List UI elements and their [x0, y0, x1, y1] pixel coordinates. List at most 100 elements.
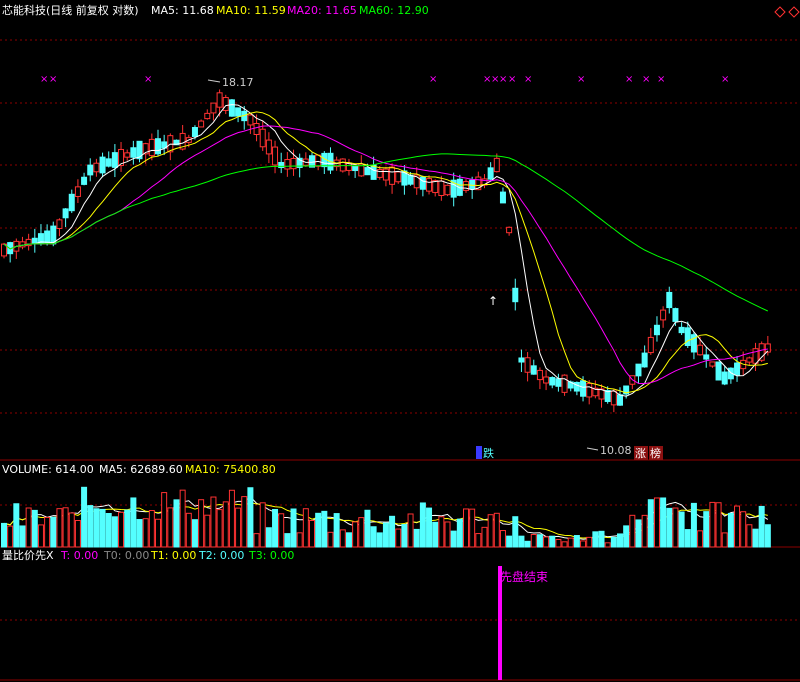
volume-bar: [450, 530, 457, 548]
marker-icon: ×: [508, 74, 516, 85]
volume-bar: [395, 528, 402, 548]
low-pointer: [586, 447, 599, 451]
stock-chart[interactable]: × × × × × × × × × × × × × × 芯能科技(日线 前复权 对数) MA5: 11.6…: [0, 0, 800, 682]
diamond-icon[interactable]: [774, 6, 786, 18]
volume-bar: [1, 522, 7, 548]
volume-bar: [709, 501, 716, 548]
candle-body: [530, 365, 537, 375]
volume-bar: [456, 518, 463, 548]
candle-body: [684, 327, 691, 347]
volume-bar: [524, 540, 531, 548]
volume-bar: [185, 512, 192, 548]
candle-body: [247, 114, 254, 126]
candle-body: [672, 308, 679, 322]
marker-icon: ×: [642, 74, 650, 85]
volume-bar: [740, 511, 747, 548]
volume-bar: [703, 511, 710, 548]
volume-bar: [99, 508, 106, 548]
volume-bar: [179, 489, 186, 548]
candle-body: [124, 152, 131, 158]
candle-body: [549, 377, 556, 386]
candle-body: [290, 157, 297, 170]
high-price-label: 18.17: [222, 76, 254, 89]
volume-bar: [87, 505, 94, 548]
candle-body: [74, 186, 81, 197]
candle-body: [364, 167, 371, 176]
ma5-label: MA5: 11.68: [151, 4, 214, 17]
marker-icon: ×: [721, 74, 729, 85]
volume-bar: [111, 516, 118, 548]
volume-bar: [204, 514, 211, 548]
candle-body: [56, 219, 63, 229]
volume-bar: [302, 508, 309, 548]
volume-bar: [573, 535, 580, 548]
volume-bar: [407, 513, 414, 548]
candle-body: [506, 226, 513, 234]
indicator-t0: T0: 0.00: [103, 549, 149, 562]
volume-bar: [487, 514, 494, 548]
volume-bar: [623, 525, 630, 548]
volume-bar: [426, 507, 433, 548]
candle-body: [641, 352, 648, 368]
volume-bar: [309, 520, 315, 548]
candle-body: [493, 157, 500, 173]
candle-body: [309, 155, 315, 168]
volume-bar: [555, 538, 562, 548]
volume-bar: [352, 521, 359, 548]
rise-tag[interactable]: 涨: [635, 447, 646, 460]
volume-bar: [74, 519, 81, 548]
candle-body: [19, 241, 26, 248]
volume-bar: [93, 508, 100, 548]
volume-bar: [370, 526, 377, 548]
candle-body: [376, 168, 383, 178]
candle-body: [259, 128, 266, 148]
indicator-title: 量比价先X: [2, 549, 54, 562]
volume-bar: [25, 507, 32, 548]
candle-body: [191, 127, 198, 137]
marker-icon: ×: [625, 74, 633, 85]
ma20-label: MA20: 11.65: [287, 4, 357, 17]
ma10-label: MA10: 11.59: [216, 4, 286, 17]
volume-bar: [518, 535, 525, 548]
candle-body: [99, 156, 106, 174]
chart-title: 芯能科技(日线 前复权 对数): [2, 3, 139, 17]
board-tag[interactable]: 榜: [650, 446, 661, 460]
candle-body: [253, 123, 260, 135]
candle-body: [512, 287, 519, 303]
candle-body: [210, 102, 217, 114]
fall-tag[interactable]: 跌: [483, 446, 494, 460]
marker-icon: ×: [499, 74, 507, 85]
volume-bar: [721, 532, 728, 548]
volume-bar: [506, 535, 513, 548]
volume-bar: [345, 532, 352, 548]
candle-body: [635, 363, 642, 377]
candle-body: [389, 166, 396, 185]
volume-bar: [7, 525, 14, 548]
top-markers: × × × × × × × × × × × × × ×: [40, 74, 729, 85]
volume-bar: [432, 521, 439, 548]
candle-body: [703, 354, 710, 360]
candlesticks[interactable]: [1, 89, 771, 413]
indicator-t1: T1: 0.00: [150, 549, 196, 562]
volume-bar: [610, 536, 617, 548]
volume-bar: [376, 532, 383, 548]
candle-body: [426, 178, 433, 192]
volume-bar: [697, 530, 704, 548]
candle-body: [610, 390, 617, 406]
candle-body: [536, 369, 543, 381]
volume-ma10-label: MA10: 75400.80: [185, 463, 276, 476]
volume-bar: [382, 522, 389, 548]
volume-bar: [475, 533, 482, 548]
volume-bar: [413, 528, 420, 548]
volume-bar: [469, 508, 476, 548]
volume-bar: [241, 496, 248, 548]
volume-bar: [253, 533, 260, 548]
volume-bar: [641, 514, 648, 548]
candle-body: [272, 146, 279, 166]
volume-bar: [198, 499, 205, 548]
volume-bar: [148, 510, 155, 548]
volume-bar: [463, 508, 469, 548]
volume-bars[interactable]: [1, 486, 771, 548]
candle-body: [31, 237, 38, 244]
diamond-icon[interactable]: [788, 6, 800, 18]
